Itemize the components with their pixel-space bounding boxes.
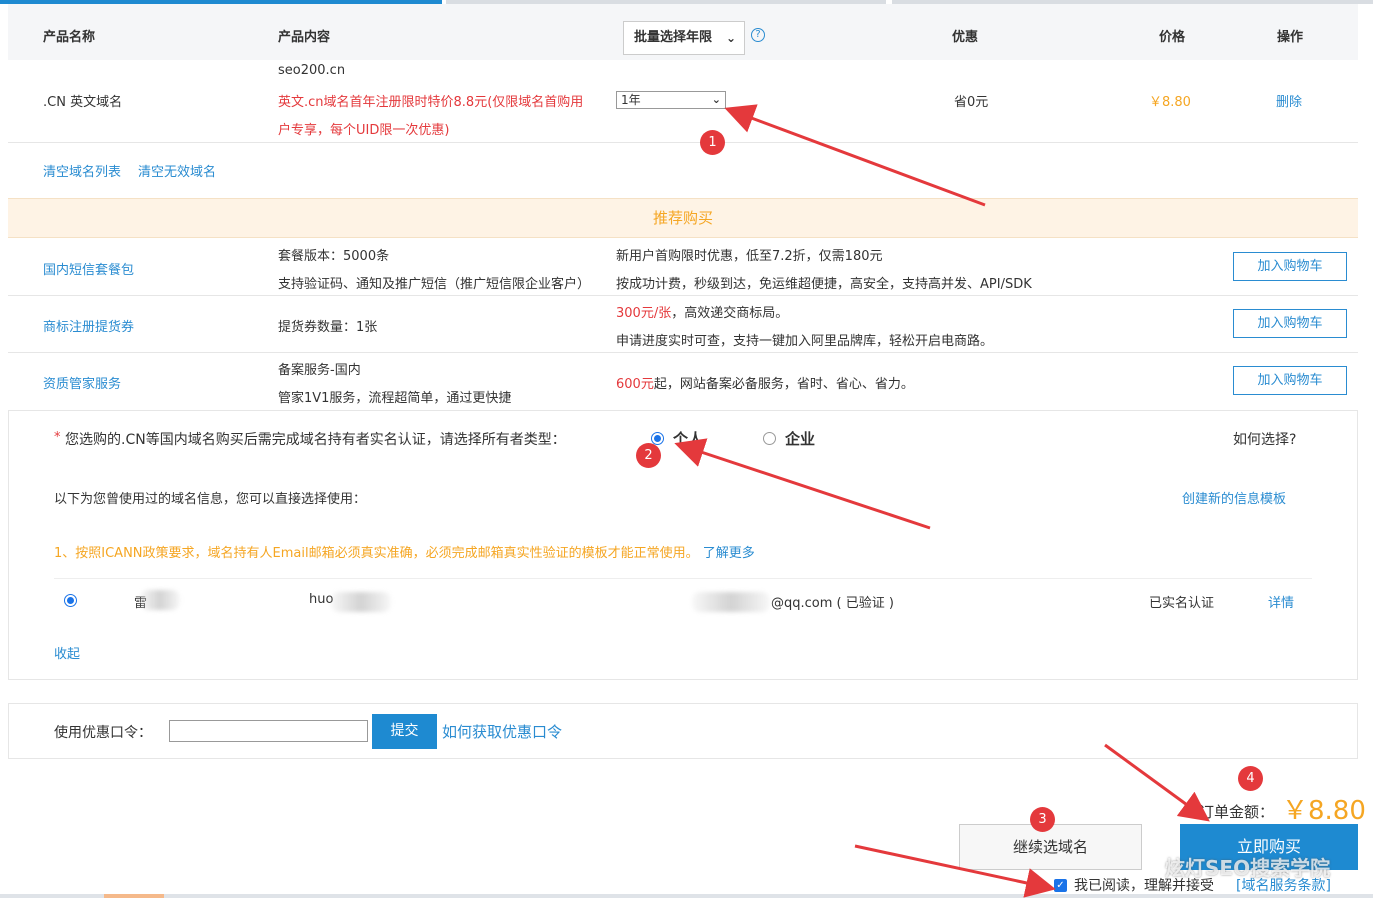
arrow-annotation-1	[724, 104, 986, 207]
annotation-marker-3: 3	[1030, 807, 1055, 832]
arrow-annotation-4	[1104, 743, 1210, 822]
arrow-annotation-3	[854, 844, 1056, 898]
watermark-text: 炫灯SEO搜索学院	[1165, 856, 1331, 880]
annotation-marker-1: 1	[700, 130, 725, 155]
annotation-marker-4: 4	[1238, 766, 1263, 791]
arrow-annotation-2	[674, 438, 931, 530]
annotation-arrows	[674, 104, 1210, 898]
annotation-marker-2: 2	[636, 443, 661, 468]
